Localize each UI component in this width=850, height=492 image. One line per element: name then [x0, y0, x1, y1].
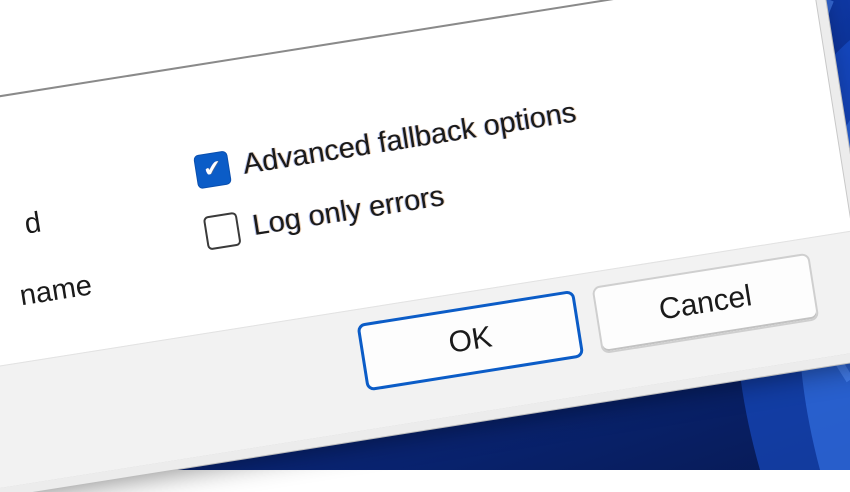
log-only-errors-checkbox[interactable]	[202, 211, 242, 251]
advanced-fallback-checkbox[interactable]: ✔	[193, 150, 232, 190]
checkmark-icon: ✔	[201, 155, 224, 184]
